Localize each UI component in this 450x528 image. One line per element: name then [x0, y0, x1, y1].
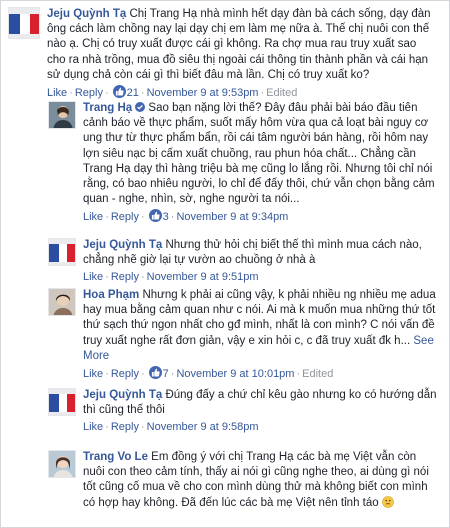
comment-timestamp[interactable]: November 9 at 9:51pm — [147, 271, 259, 283]
comment-reply: Jeju Quỳnh Tạ Nhưng thử hỏi chị biết thế… — [48, 238, 444, 285]
french-flag-avatar-icon — [49, 239, 75, 265]
reply-button[interactable]: Reply — [75, 87, 103, 99]
like-button[interactable]: Like — [83, 368, 103, 380]
comment: Jeju Quỳnh Tạ Chị Trang Hạ nhà mình hết … — [8, 7, 444, 101]
like-button[interactable]: Like — [47, 87, 67, 99]
avatar[interactable] — [48, 101, 76, 129]
thumbs-up-icon — [112, 85, 126, 99]
reply-button[interactable]: Reply — [111, 211, 139, 223]
comment-content: Jeju Quỳnh Tạ Đúng đấy a chứ chỉ kêu gào… — [83, 388, 437, 418]
comment-reply: Trang Hạ Sao bạn nặng lời thế? Đây đâu p… — [48, 101, 444, 225]
comment-thread: Jeju Quỳnh Tạ Chị Trang Hạ nhà mình hết … — [0, 0, 450, 528]
thinking-emoji-icon — [382, 495, 394, 508]
comment-content: Jeju Quỳnh Tạ Chị Trang Hạ nhà mình hết … — [47, 7, 436, 83]
comment-timestamp[interactable]: November 9 at 9:53pm — [147, 87, 259, 99]
reply-button[interactable]: Reply — [111, 368, 139, 380]
comment-author[interactable]: Trang Vo Le — [83, 451, 148, 463]
comment-author[interactable]: Jeju Quỳnh Tạ — [83, 389, 162, 401]
profile-photo-icon — [49, 102, 75, 128]
comment-timestamp[interactable]: November 9 at 9:34pm — [176, 211, 288, 223]
comment-reply: Trang Vo Le Em đồng ý với chị Trang Hạ c… — [48, 450, 444, 511]
comment-author[interactable]: Jeju Quỳnh Tạ — [47, 8, 126, 20]
reaction-count[interactable]: 7 — [163, 368, 169, 380]
comment-timestamp[interactable]: November 9 at 9:58pm — [147, 421, 259, 433]
comment-content: Trang Hạ Sao bạn nặng lời thế? Đây đâu p… — [83, 101, 437, 207]
comment-content: Jeju Quỳnh Tạ Nhưng thử hỏi chị biết thế… — [83, 238, 437, 268]
avatar[interactable] — [48, 288, 76, 316]
comment-actions: Like · Reply · November 9 at 9:51pm — [83, 271, 259, 284]
edited-label[interactable]: Edited — [302, 368, 333, 380]
french-flag-avatar-icon — [49, 389, 75, 415]
profile-photo-icon — [49, 451, 75, 477]
thumbs-up-icon — [148, 366, 162, 380]
avatar[interactable] — [48, 388, 76, 416]
verified-icon — [135, 102, 146, 112]
comment-author[interactable]: Hoa Phạm — [83, 289, 139, 301]
profile-photo-icon — [49, 289, 75, 315]
comment-text: Sao bạn nặng lời thế? Đây đâu phải bài b… — [83, 102, 435, 206]
comment-reply: Hoa Phạm Nhưng k phải ai cũng vậy, k phả… — [48, 288, 444, 382]
like-button[interactable]: Like — [83, 271, 103, 283]
reaction-count[interactable]: 3 — [163, 211, 169, 223]
comment-actions: Like · Reply · 21 · November 9 at 9:53pm · Edite… — [47, 85, 298, 100]
comment-actions: Like · Reply · November 9 at 9:58pm — [83, 421, 259, 434]
like-button[interactable]: Like — [83, 421, 103, 433]
comment-reply: Jeju Quỳnh Tạ Đúng đấy a chứ chỉ kêu gào… — [48, 388, 444, 435]
comment-content: Hoa Phạm Nhưng k phải ai cũng vậy, k phả… — [83, 288, 437, 364]
edited-label[interactable]: Edited — [266, 87, 297, 99]
comment-actions: Like · Reply · 7 · November 9 at 10:01pm · Edite… — [83, 366, 334, 381]
like-button[interactable]: Like — [83, 211, 103, 223]
reaction-count[interactable]: 21 — [127, 87, 139, 99]
comment-content: Trang Vo Le Em đồng ý với chị Trang Hạ c… — [83, 450, 437, 511]
avatar[interactable] — [48, 450, 76, 478]
thumbs-up-icon — [148, 209, 162, 223]
reply-button[interactable]: Reply — [111, 421, 139, 433]
comment-timestamp[interactable]: November 9 at 10:01pm — [176, 368, 294, 380]
comment-author[interactable]: Jeju Quỳnh Tạ — [83, 239, 162, 251]
comment-actions: Like · Reply · 3 · November 9 at 9:34pm — [83, 209, 289, 224]
reply-button[interactable]: Reply — [111, 271, 139, 283]
avatar[interactable] — [48, 238, 76, 266]
french-flag-avatar-icon — [9, 8, 39, 38]
avatar[interactable] — [8, 7, 40, 39]
comment-author[interactable]: Trang Hạ — [83, 102, 132, 114]
